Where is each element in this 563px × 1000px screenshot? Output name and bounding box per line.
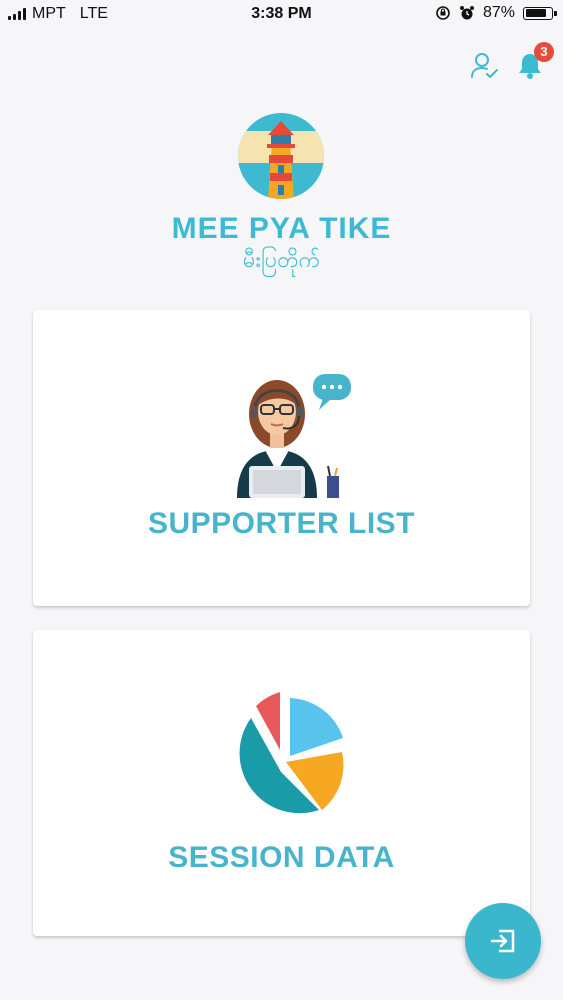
battery-percent: 87% xyxy=(482,4,515,21)
notifications-button[interactable]: 3 xyxy=(514,42,554,82)
supporter-list-card[interactable]: SUPPORTER LIST xyxy=(33,310,530,606)
session-data-card[interactable]: SESSION DATA xyxy=(33,630,530,936)
status-right: 87% xyxy=(435,4,557,22)
battery-icon xyxy=(523,6,557,20)
lighthouse-logo-icon xyxy=(238,113,324,199)
session-data-label: SESSION DATA xyxy=(168,841,395,874)
brand-subtitle: မီးပြတိုက် xyxy=(242,247,321,272)
supporter-list-label: SUPPORTER LIST xyxy=(147,507,416,540)
notification-badge: 3 xyxy=(534,42,554,62)
rotation-lock-icon xyxy=(436,6,450,20)
status-bar: MPT LTE 3:38 PM 87% xyxy=(0,0,563,30)
user-check-icon xyxy=(471,53,498,78)
logout-icon xyxy=(490,929,515,953)
supporter-illustration-icon xyxy=(237,374,351,498)
logout-button[interactable] xyxy=(465,903,541,979)
brand-name: MEE PYA TIKE xyxy=(171,212,392,245)
pie-chart-icon xyxy=(239,692,344,814)
alarm-icon xyxy=(459,6,474,20)
profile-button[interactable] xyxy=(469,50,501,82)
